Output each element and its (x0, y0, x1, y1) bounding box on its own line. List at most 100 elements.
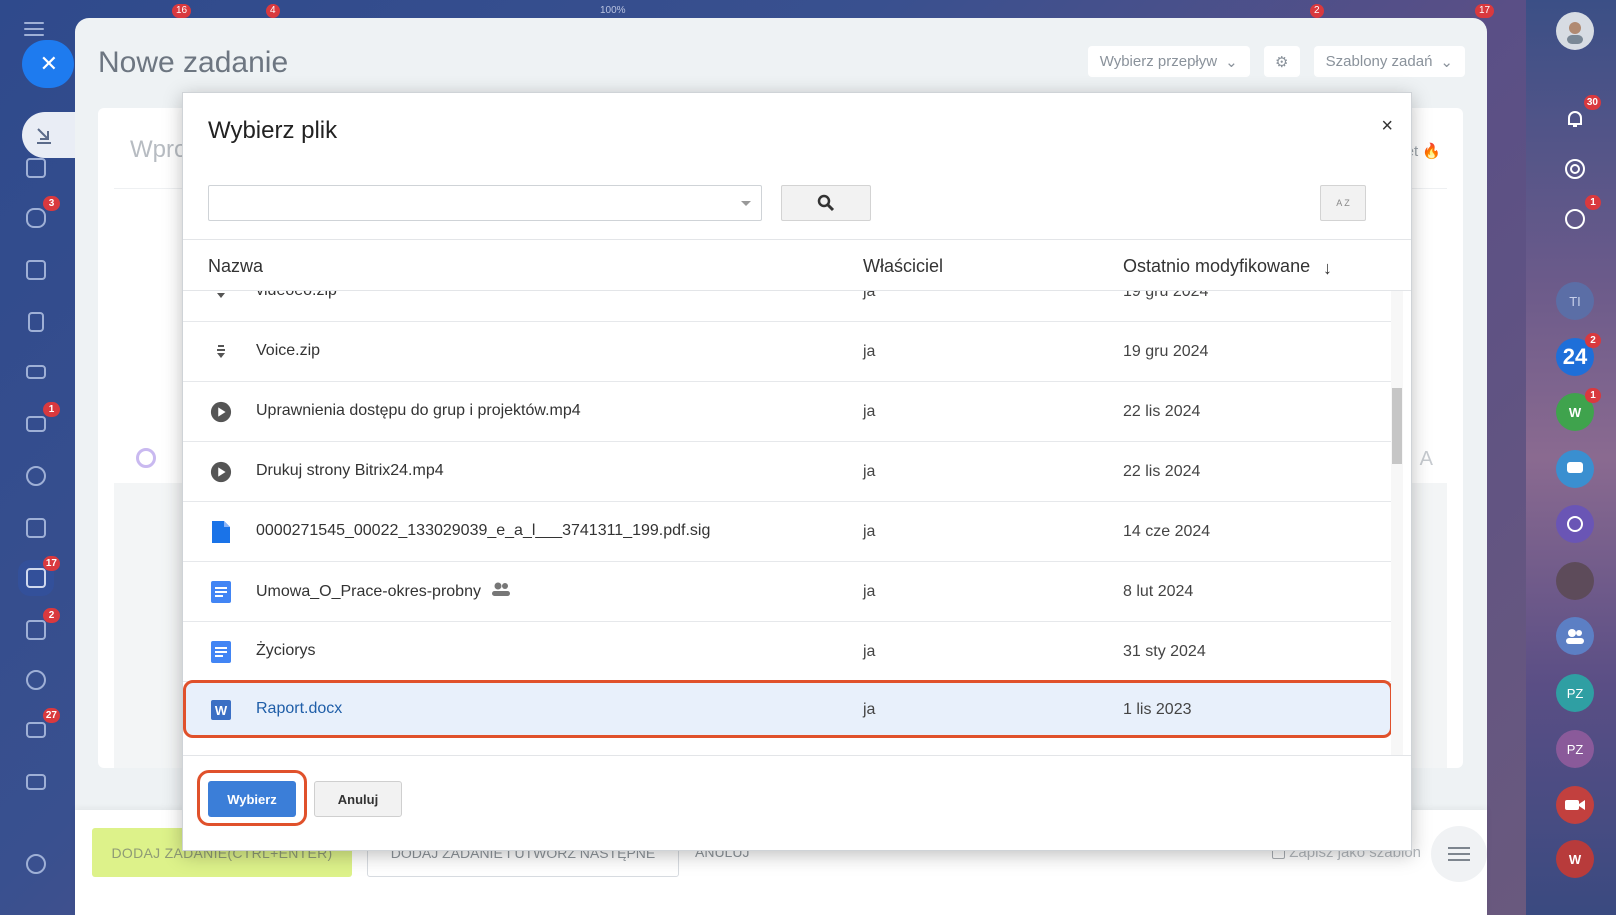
goals-icon[interactable] (18, 662, 54, 698)
users-icon[interactable] (1556, 617, 1594, 655)
dialog-footer: Wybierz Anuluj (183, 755, 1411, 850)
activity-icon[interactable] (1556, 150, 1594, 188)
left-sidebar: ✕ 3 1 17 2 27 (0, 0, 78, 915)
copilot-icon[interactable] (136, 448, 156, 468)
file-picker-dialog: Wybierz plik × A Z Nazwa Właściciel Osta… (182, 92, 1412, 851)
top-badge: 16 (172, 4, 192, 18)
file-date: 22 lis 2024 (1123, 403, 1201, 420)
chevron-down-icon: ⌄ (1225, 53, 1238, 71)
mail-icon[interactable]: 1 (18, 402, 60, 442)
file-owner: ja (863, 523, 876, 540)
search-input[interactable] (208, 185, 762, 221)
chevron-down-icon[interactable] (741, 201, 751, 206)
chat-bubble-icon[interactable] (1556, 450, 1594, 488)
file-owner: ja (863, 343, 876, 360)
filter-icon[interactable]: 27 (18, 708, 60, 748)
format-text-icon[interactable]: A (1420, 448, 1433, 471)
feed-icon[interactable] (18, 150, 54, 186)
cancel-button[interactable]: Anuluj (314, 781, 402, 817)
copilot-icon[interactable] (1556, 505, 1594, 543)
table-row[interactable]: Uprawnienia dostępu do grup i projektów.… (183, 382, 1393, 442)
drive-icon[interactable] (18, 354, 54, 390)
file-owner: ja (863, 463, 876, 480)
panel-toolbar: Wybierz przepływ ⌄ ⚙ Szablony zadań ⌄ (1087, 46, 1465, 77)
file-table-header: Nazwa Właściciel Ostatnio modyfikowane ↓ (183, 239, 1411, 291)
file-name: Drukuj strony Bitrix24.mp4 (256, 462, 444, 479)
scrollbar[interactable] (1391, 291, 1403, 756)
avatar[interactable] (1556, 12, 1594, 50)
search-button[interactable] (781, 185, 871, 221)
notifications-icon[interactable]: 30 (1556, 95, 1601, 138)
fire-icon: 🔥 (1422, 143, 1441, 160)
group-avatar[interactable] (1556, 562, 1594, 600)
svg-text:W: W (215, 703, 228, 718)
doc-icon (210, 581, 232, 603)
contact-pz-1[interactable]: PZ (1556, 674, 1594, 712)
templates-select[interactable]: Szablony zadań ⌄ (1313, 46, 1465, 77)
table-row[interactable]: Umowa_O_Prace-okres-probny ja 8 lut 2024 (183, 562, 1393, 622)
contact-pz-2[interactable]: PZ (1556, 730, 1594, 768)
scrollbar-thumb[interactable] (1392, 388, 1402, 464)
calendar-icon[interactable] (18, 252, 54, 288)
file-owner: ja (863, 701, 876, 718)
sort-arrow-icon[interactable]: ↓ (1323, 258, 1332, 279)
bitrix24-icon[interactable]: 24 2 (1556, 333, 1601, 376)
file-owner: ja (863, 643, 876, 660)
contact-w[interactable]: W1 (1556, 388, 1601, 431)
column-modified[interactable]: Ostatnio modyfikowane (1123, 256, 1310, 277)
chevron-down-icon: ⌄ (1440, 53, 1453, 71)
board-icon[interactable] (18, 510, 54, 546)
file-name: Voice.zip (256, 342, 321, 359)
contact-ti[interactable]: TI (1556, 282, 1594, 320)
flow-select[interactable]: Wybierz przepływ ⌄ (1087, 46, 1250, 77)
file-icon (210, 521, 232, 543)
menu-icon[interactable] (24, 22, 44, 36)
table-row[interactable]: videoeo.zip ja 19 gru 2024 (183, 291, 1393, 322)
file-date: 1 lis 2023 (1123, 701, 1192, 718)
sort-az-icon: A Z (1336, 198, 1350, 208)
search-icon (817, 194, 835, 212)
table-row-selected[interactable]: W Raport.docx ja 1 lis 2023 (183, 680, 1393, 738)
file-owner: ja (863, 583, 876, 600)
task-title-input[interactable]: Wpro (130, 136, 187, 164)
file-date: 19 gru 2024 (1123, 343, 1209, 360)
document-icon[interactable] (18, 304, 54, 340)
table-row[interactable]: Voice.zip ja 19 gru 2024 (183, 322, 1393, 382)
doc-icon (210, 641, 232, 663)
word-icon: W (210, 699, 232, 721)
video-icon (210, 461, 232, 483)
sync-icon[interactable]: 1 (1556, 195, 1601, 238)
top-badge: 2 (1310, 4, 1324, 18)
zip-icon (210, 291, 232, 303)
cart-icon[interactable] (18, 764, 54, 800)
right-sidebar: 30 1 TI 24 2 W1 PZ PZ W (1526, 0, 1616, 915)
table-row[interactable]: Drukuj strony Bitrix24.mp4 ja 22 lis 202… (183, 442, 1393, 502)
column-name[interactable]: Nazwa (208, 256, 263, 277)
menu-button[interactable] (1431, 826, 1487, 882)
top-strip: 16 4 100% 2 17 (100, 0, 1500, 18)
file-name: Uprawnienia dostępu do grup i projektów.… (256, 402, 581, 419)
select-button[interactable]: Wybierz (208, 781, 296, 817)
top-badge: 4 (266, 4, 280, 18)
column-owner[interactable]: Właściciel (863, 256, 943, 277)
table-row[interactable]: 0000271545_00022_133029039_e_a_l___37413… (183, 502, 1393, 562)
contact-w-label: W (1568, 404, 1582, 420)
contact-w-2[interactable]: W (1556, 840, 1594, 878)
tasks-icon[interactable]: 17 (18, 556, 60, 596)
sort-az-button[interactable]: A Z (1320, 185, 1366, 221)
close-slider-button[interactable]: ✕ (22, 40, 74, 88)
contacts-icon[interactable] (18, 458, 54, 494)
settings-icon[interactable] (18, 846, 54, 882)
templates-select-label: Szablony zadań (1325, 53, 1433, 70)
news-icon[interactable]: 2 (18, 608, 60, 648)
close-icon[interactable]: × (1381, 115, 1393, 138)
file-name-shared: Umowa_O_Prace-okres-probny (256, 582, 511, 601)
video-call-icon[interactable] (1556, 786, 1594, 824)
file-owner: ja (863, 403, 876, 420)
bitrix24-label: 24 (1562, 344, 1588, 369)
file-date: 19 gru 2024 (1123, 291, 1209, 300)
file-name: Umowa_O_Prace-okres-probny (256, 582, 481, 600)
gear-icon[interactable]: ⚙ (1263, 46, 1300, 77)
table-row[interactable]: Życiorys ja 31 sty 2024 (183, 622, 1393, 682)
chat-icon[interactable]: 3 (18, 196, 60, 236)
